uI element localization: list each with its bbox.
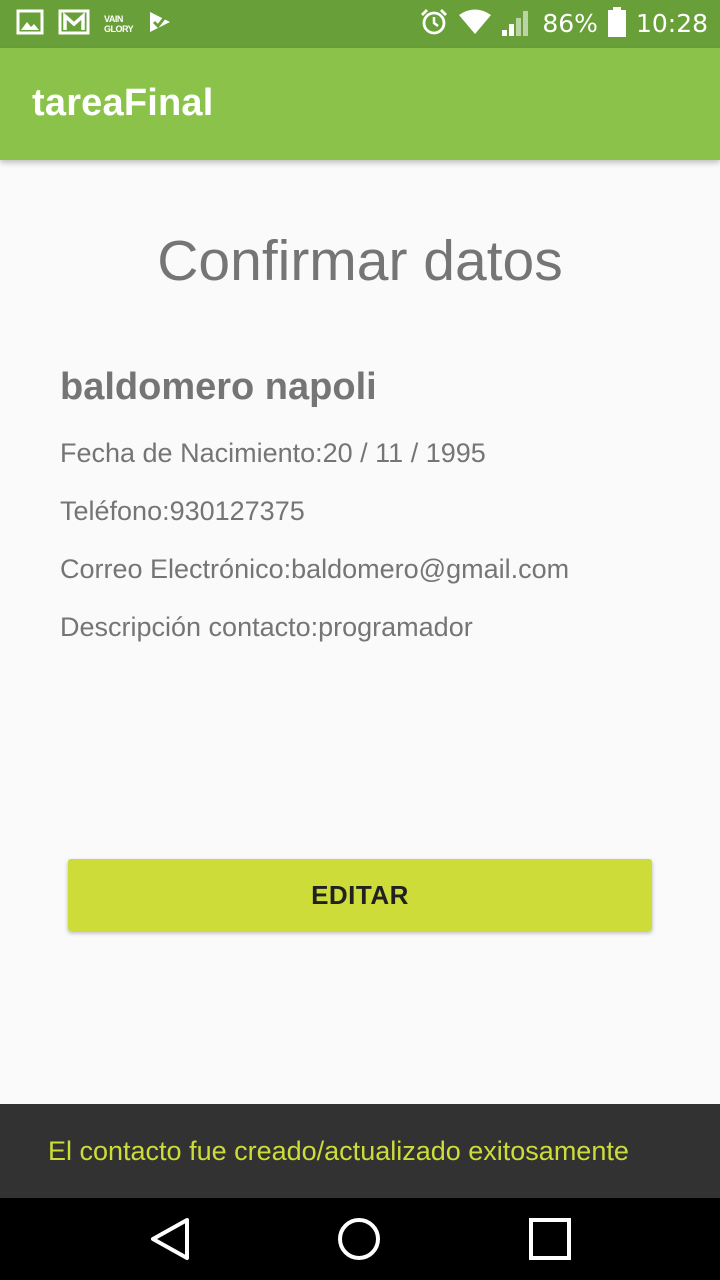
- snackbar-message: El contacto fue creado/actualizado exito…: [48, 1136, 629, 1166]
- page-title: Confirmar datos: [157, 229, 563, 293]
- back-icon: [151, 1218, 189, 1260]
- alarm-icon: [420, 8, 448, 41]
- vainglory-icon: VAIN GLORY: [104, 14, 134, 34]
- snackbar: El contacto fue creado/actualizado exito…: [0, 1104, 720, 1198]
- clock: 10:28: [635, 9, 708, 38]
- home-button[interactable]: [332, 1212, 386, 1266]
- contact-name: baldomero napoli: [60, 366, 377, 408]
- signal-icon: [502, 8, 532, 41]
- navigation-bar: [0, 1198, 720, 1280]
- wifi-icon: [458, 9, 492, 40]
- status-bar: VAIN GLORY 86% 10:28: [0, 0, 720, 48]
- gmail-icon: [58, 9, 90, 40]
- gallery-icon: [16, 9, 44, 40]
- notification-icons: VAIN GLORY: [16, 8, 173, 40]
- back-button[interactable]: [143, 1212, 197, 1266]
- edit-button[interactable]: EDITAR: [68, 859, 652, 931]
- system-status: 86% 10:28: [420, 6, 708, 42]
- recents-button[interactable]: [523, 1212, 577, 1266]
- phone-row: Teléfono:930127375: [60, 496, 305, 526]
- battery-icon: [607, 6, 626, 42]
- email-row: Correo Electrónico:baldomero@gmail.com: [60, 554, 570, 584]
- play-games-icon: [147, 9, 173, 40]
- app-title: tareaFinal: [32, 82, 214, 124]
- description-row: Descripción contacto:programador: [60, 612, 473, 642]
- recents-icon: [529, 1218, 571, 1260]
- app-bar: tareaFinal: [0, 48, 720, 160]
- main-content: Confirmar datos baldomero napoli Fecha d…: [0, 160, 720, 1104]
- home-icon: [338, 1218, 380, 1260]
- battery-percent: 86%: [542, 9, 598, 38]
- birth-date-row: Fecha de Nacimiento:20 / 11 / 1995: [60, 438, 486, 468]
